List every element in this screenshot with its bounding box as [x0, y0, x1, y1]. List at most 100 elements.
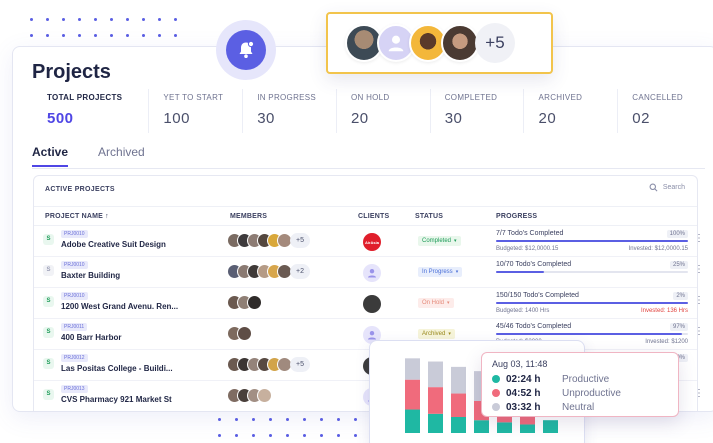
members-avatars[interactable]	[227, 326, 252, 341]
status-letter-badge: S	[43, 358, 54, 369]
decor-dot	[320, 434, 323, 437]
status-dropdown[interactable]: Archived ▾	[418, 329, 455, 339]
stat-label: TOTAL PROJECTS	[47, 93, 123, 102]
bar-productive-3[interactable]	[451, 417, 466, 433]
decor-dot	[337, 418, 340, 421]
status-label: Completed	[422, 238, 452, 244]
status-label: On Hold	[422, 300, 445, 306]
search-box[interactable]: Search	[649, 183, 685, 192]
bar-unproductive-2[interactable]	[428, 387, 443, 414]
project-name[interactable]: Las Positas College - Buildi...	[61, 364, 173, 373]
stat-total-projects[interactable]: TOTAL PROJECTS 500	[31, 89, 148, 133]
tooltip-time: 03:32 h	[506, 401, 541, 413]
tooltip-label: Neutral	[562, 401, 595, 413]
members-avatars[interactable]: +5	[227, 357, 310, 372]
avatar	[247, 295, 262, 310]
decor-dot	[337, 434, 340, 437]
decor-dot	[46, 18, 49, 21]
kebab-menu-icon[interactable]: ⋮	[694, 265, 704, 275]
decor-dot	[269, 418, 272, 421]
stat-label: COMPLETED	[444, 93, 498, 102]
kebab-menu-icon[interactable]: ⋮	[694, 327, 704, 337]
status-letter-badge: S	[43, 234, 54, 245]
decor-dot	[286, 434, 289, 437]
bar-productive-2[interactable]	[428, 413, 443, 433]
stats-bar: TOTAL PROJECTS 500 YET TO START 100 IN P…	[31, 89, 711, 133]
decor-dot	[218, 418, 221, 421]
members-more-count[interactable]: +2	[290, 264, 310, 279]
stat-label: ON HOLD	[350, 93, 390, 102]
status-dropdown[interactable]: Completed ▾	[418, 236, 461, 246]
search-icon	[649, 183, 658, 192]
col-status: STATUS	[415, 213, 444, 220]
stat-completed[interactable]: COMPLETED 30	[429, 89, 524, 133]
tab-active[interactable]: Active	[32, 145, 69, 167]
decor-dot	[354, 418, 357, 421]
progress-fill	[496, 240, 688, 242]
page-title: Projects	[32, 61, 111, 83]
decor-dot	[158, 18, 161, 21]
progress-bar	[496, 333, 688, 335]
members-more-count[interactable]: +5	[290, 357, 310, 372]
search-label: Search	[662, 184, 685, 191]
notification-bell-badge[interactable]	[216, 20, 276, 80]
status-dropdown[interactable]: In Progress ▾	[418, 267, 463, 277]
team-avatars-popup[interactable]: +5	[326, 12, 553, 74]
bell-icon-circle	[226, 30, 266, 70]
kebab-menu-icon[interactable]: ⋮	[694, 234, 704, 244]
table-row[interactable]: S PRJ0011 400 Barr Harbor Archived ▾ 45/4…	[34, 320, 704, 350]
tab-archived[interactable]: Archived	[98, 145, 145, 167]
progress-cell: 7/7 Todo's Completed 100% Budgeted: $12,…	[496, 230, 688, 252]
decor-dot	[110, 34, 113, 37]
decor-dot	[235, 434, 238, 437]
members-more-count[interactable]: +5	[290, 233, 310, 248]
decor-dot	[126, 18, 129, 21]
stat-in-progress[interactable]: IN PROGRESS 30	[242, 89, 336, 133]
table-row[interactable]: S PRJ0010 1200 West Grand Avenu. Ren... …	[34, 289, 704, 319]
decor-dot	[94, 18, 97, 21]
stat-archived[interactable]: ARCHIVED 20	[523, 89, 617, 133]
bar-unproductive-1[interactable]	[405, 379, 420, 410]
col-project-name[interactable]: PROJECT NAME ↑	[45, 213, 109, 220]
project-name[interactable]: Baxter Building	[61, 271, 120, 280]
bar-neutral-2[interactable]	[428, 361, 443, 388]
decor-dot	[252, 434, 255, 437]
decor-dot	[303, 434, 306, 437]
stat-yet-to-start[interactable]: YET TO START 100	[148, 89, 242, 133]
bar-productive-6[interactable]	[520, 424, 535, 433]
progress-bar	[496, 240, 688, 242]
bar-productive-4[interactable]	[474, 420, 489, 433]
project-name[interactable]: 400 Barr Harbor	[61, 333, 121, 342]
panel-title: ACTIVE PROJECTS	[45, 186, 115, 193]
tooltip-row-neutral: 03:32 h Neutral	[492, 400, 668, 414]
status-letter-badge: S	[43, 296, 54, 307]
bar-productive-5[interactable]	[497, 422, 512, 433]
project-name[interactable]: CVS Pharmacy 921 Market St	[61, 395, 172, 404]
user-icon	[388, 35, 404, 52]
stat-on-hold[interactable]: ON HOLD 20	[335, 89, 430, 133]
project-name[interactable]: 1200 West Grand Avenu. Ren...	[61, 302, 178, 311]
bar-neutral-3[interactable]	[451, 366, 466, 394]
stat-cancelled[interactable]: CANCELLED 02	[617, 89, 711, 133]
avatar	[237, 326, 252, 341]
chevron-down-icon: ▾	[455, 269, 459, 275]
status-letter-badge: S	[43, 389, 54, 400]
todo-count: 10/70 Todo's Completed	[496, 261, 572, 268]
bar-neutral-1[interactable]	[405, 358, 420, 380]
kebab-menu-icon[interactable]: ⋮	[694, 296, 704, 306]
more-members-count[interactable]: +5	[475, 23, 515, 63]
bar-productive-1[interactable]	[405, 409, 420, 433]
members-avatars[interactable]: +2	[227, 264, 310, 279]
kebab-menu-icon[interactable]: ⋮	[694, 389, 704, 399]
decor-dot	[78, 18, 81, 21]
project-name[interactable]: Adobe Creative Suit Design	[61, 240, 166, 249]
tooltip-row-unproductive: 04:52 h Unproductive	[492, 386, 668, 400]
bar-unproductive-3[interactable]	[451, 393, 466, 417]
members-avatars[interactable]	[227, 388, 272, 403]
bar-productive-7[interactable]	[543, 420, 558, 433]
table-row[interactable]: S PRJ0010 Adobe Creative Suit Design +5 …	[34, 227, 704, 257]
members-avatars[interactable]: +5	[227, 233, 310, 248]
members-avatars[interactable]	[227, 295, 262, 310]
table-row[interactable]: S PRJ0010 Baxter Building +2 In Progress…	[34, 258, 704, 288]
status-dropdown[interactable]: On Hold ▾	[418, 298, 454, 308]
